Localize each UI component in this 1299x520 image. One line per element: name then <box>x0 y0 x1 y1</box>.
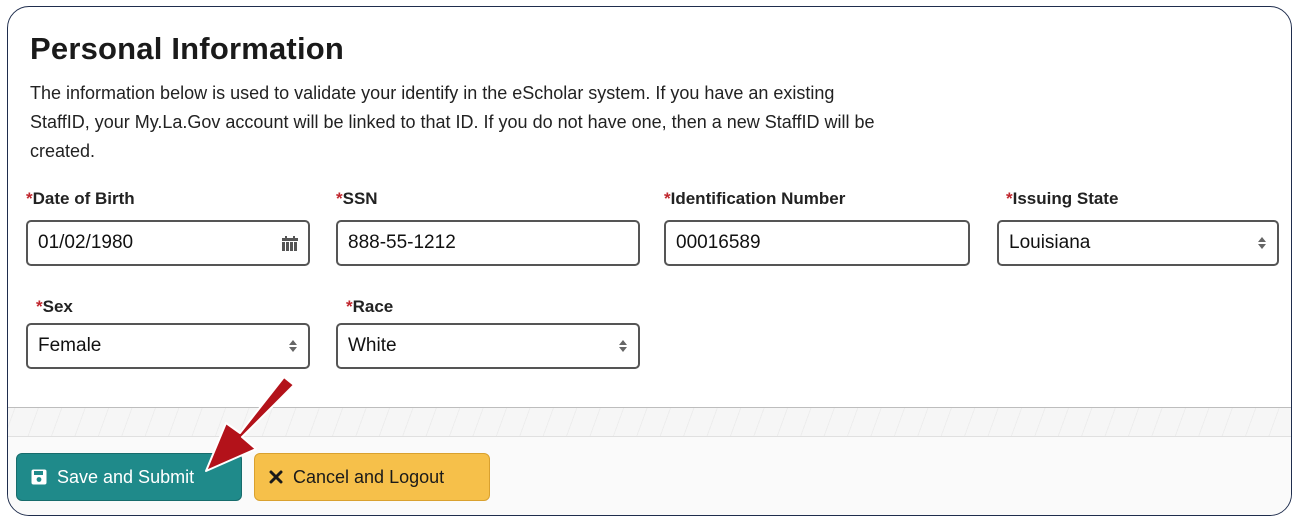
issuing-state-select[interactable]: Louisiana <box>997 220 1279 266</box>
select-arrows-icon <box>618 338 628 354</box>
race-select[interactable]: White <box>336 323 640 369</box>
page-title: Personal Information <box>30 31 345 66</box>
ssn-label: *SSN <box>336 189 378 208</box>
select-arrows-icon <box>288 338 298 354</box>
required-marker: * <box>664 189 671 208</box>
issuing-state-label: *Issuing State <box>1006 189 1119 208</box>
required-marker: * <box>36 297 43 316</box>
select-arrows-icon <box>1257 235 1267 251</box>
calendar-icon[interactable] <box>282 235 298 251</box>
required-marker: * <box>1006 189 1013 208</box>
floppy-disk-icon <box>31 469 47 485</box>
id-number-label: *Identification Number <box>664 189 846 208</box>
required-marker: * <box>336 189 343 208</box>
ssn-input[interactable]: 888-55-1212 <box>336 220 640 266</box>
personal-information-card: Personal Information The information bel… <box>7 6 1292 516</box>
dob-input[interactable]: 01/02/1980 <box>26 220 310 266</box>
sex-select[interactable]: Female <box>26 323 310 369</box>
required-marker: * <box>346 297 353 316</box>
red-arrow-annotation <box>205 376 295 472</box>
save-label: Save and Submit <box>57 466 195 487</box>
dob-label: *Date of Birth <box>26 189 135 208</box>
intro-text: The information below is used to validat… <box>30 83 875 161</box>
id-number-input[interactable]: 00016589 <box>664 220 970 266</box>
sex-label: *Sex <box>36 297 73 316</box>
required-marker: * <box>26 189 33 208</box>
race-label: *Race <box>346 297 394 316</box>
